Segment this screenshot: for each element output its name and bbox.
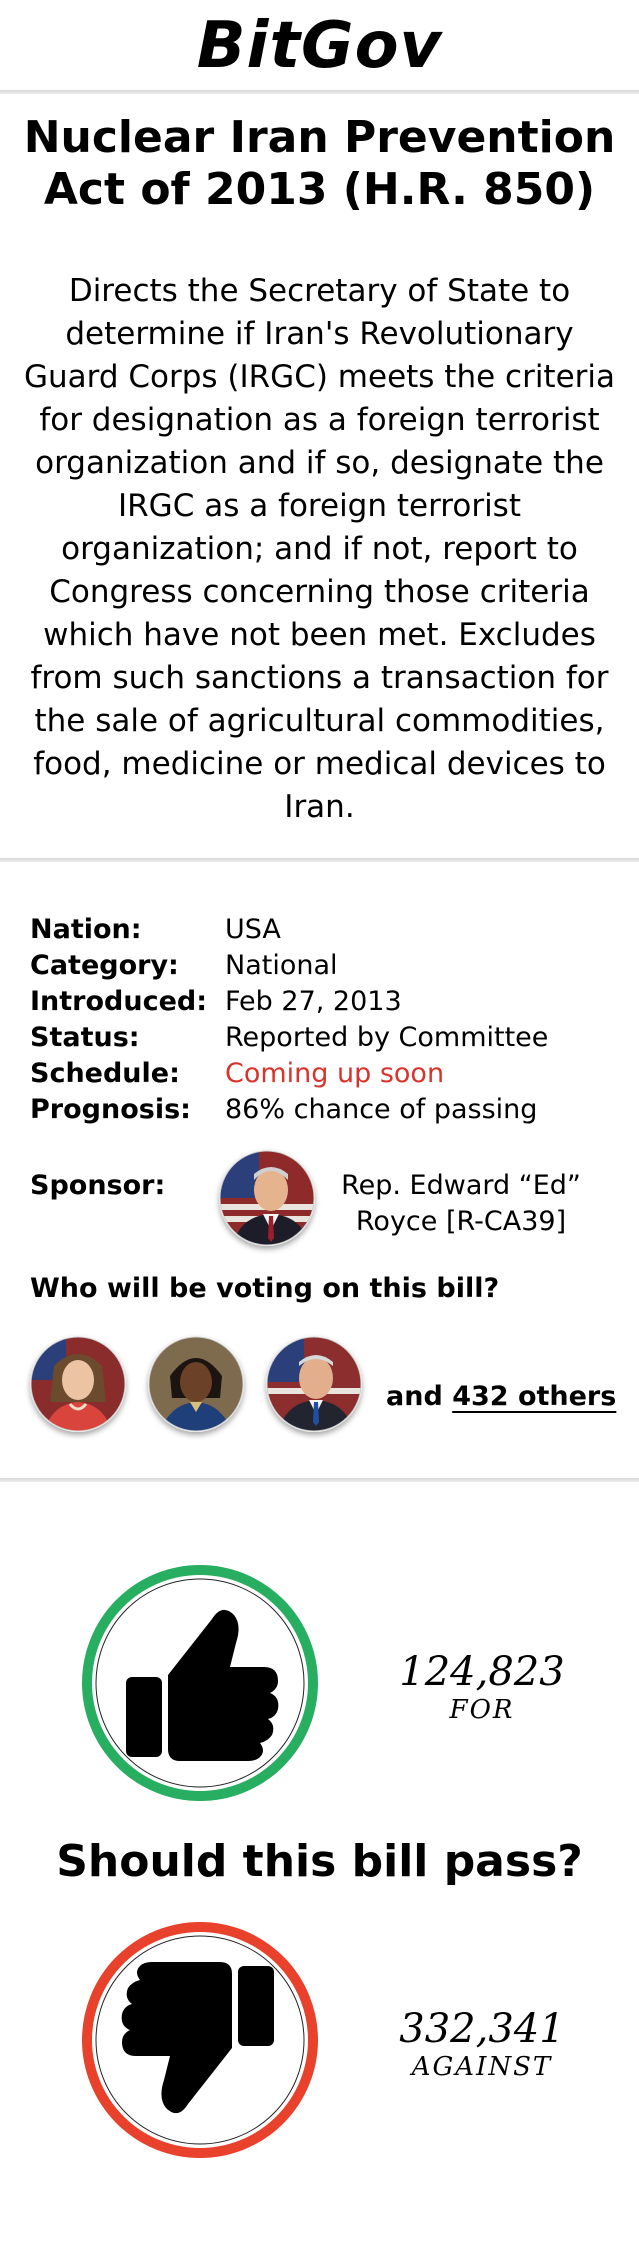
bitgov-logo[interactable]: BitGov <box>0 6 639 86</box>
vote-against-button[interactable] <box>80 1920 320 2160</box>
divider <box>0 90 639 94</box>
against-count-label: AGAINST <box>411 2052 553 2082</box>
vote-for-button[interactable] <box>80 1563 320 1803</box>
detail-row-category: Category: National <box>30 948 620 984</box>
detail-value: Feb 27, 2013 <box>225 986 402 1017</box>
voter-avatar[interactable] <box>30 1336 126 1432</box>
divider <box>0 858 639 862</box>
for-count: 124,823 FOR <box>382 1649 582 1725</box>
bill-description: Directs the Secretary of State to determ… <box>23 273 616 825</box>
detail-row-status: Status: Reported by Committee <box>30 1020 620 1056</box>
detail-label: Category: <box>30 950 179 981</box>
against-count-number: 332,341 <box>399 2006 565 2052</box>
detail-row-schedule: Schedule: Coming up soon <box>30 1056 620 1092</box>
poll-question: Should this bill pass? <box>56 1836 583 1887</box>
detail-value: Reported by Committee <box>225 1022 549 1053</box>
sponsor-name-line2: Royce [R-CA39] <box>355 1206 567 1237</box>
sponsor-avatar[interactable] <box>219 1150 315 1246</box>
sponsor-label: Sponsor: <box>30 1170 166 1201</box>
detail-label: Status: <box>30 1022 140 1053</box>
app-header: BitGov <box>0 0 639 92</box>
detail-label: Prognosis: <box>30 1094 191 1125</box>
divider <box>0 1478 639 1482</box>
detail-label: Nation: <box>30 914 142 945</box>
detail-row-nation: Nation: USA <box>30 912 620 948</box>
detail-label: Introduced: <box>30 986 208 1017</box>
detail-value: USA <box>225 914 281 945</box>
sponsor-name-line1: Rep. Edward “Ed” <box>341 1170 581 1201</box>
schedule-value: Coming up soon <box>225 1058 445 1089</box>
other-voters-link[interactable]: and 432 others <box>386 1381 616 1412</box>
others-count-link[interactable]: 432 others <box>452 1381 616 1412</box>
detail-value: National <box>225 950 338 981</box>
detail-row-introduced: Introduced: Feb 27, 2013 <box>30 984 620 1020</box>
voters-heading: Who will be voting on this bill? <box>30 1273 500 1304</box>
against-count: 332,341 AGAINST <box>382 2006 582 2082</box>
detail-value: 86% chance of passing <box>225 1094 538 1125</box>
voter-avatar[interactable] <box>266 1336 362 1432</box>
for-count-number: 124,823 <box>399 1649 565 1695</box>
bill-title: Nuclear Iran Prevention Act of 2013 (H.R… <box>23 112 616 215</box>
detail-label: Schedule: <box>30 1058 180 1089</box>
detail-row-prognosis: Prognosis: 86% chance of passing <box>30 1092 620 1128</box>
others-prefix: and <box>386 1381 443 1412</box>
for-count-label: FOR <box>449 1695 515 1725</box>
voter-avatar[interactable] <box>148 1336 244 1432</box>
bill-details: Nation: USA Category: National Introduce… <box>30 912 620 1128</box>
sponsor-name[interactable]: Rep. Edward “Ed” Royce [R-CA39] <box>326 1168 596 1240</box>
